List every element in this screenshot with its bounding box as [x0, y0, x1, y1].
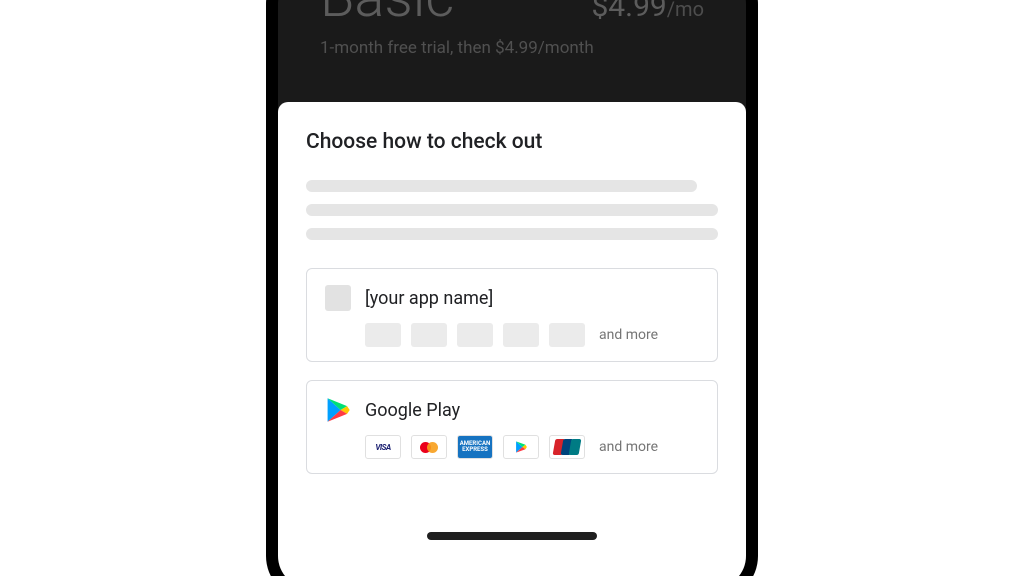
plan-name: Basic	[320, 0, 454, 30]
skeleton-line	[306, 228, 718, 240]
unionpay-icon	[549, 435, 585, 459]
phone-frame: Basic $4.99/mo 1-month free trial, then …	[266, 0, 758, 576]
payment-method-placeholder	[549, 323, 585, 347]
app-icon-placeholder	[325, 285, 351, 311]
payment-method-placeholder	[411, 323, 447, 347]
plan-subtext: 1-month free trial, then $4.99/month	[320, 38, 704, 58]
skeleton-line	[306, 204, 718, 216]
visa-icon: VISA	[365, 435, 401, 459]
plan-price: $4.99/mo	[591, 0, 704, 24]
payment-option-google-play[interactable]: Google Play VISA AMERICAN EXPRESS	[306, 380, 718, 474]
more-label: and more	[599, 327, 658, 343]
google-play-icon	[325, 397, 351, 423]
skeleton-line	[306, 180, 697, 192]
description-placeholder	[306, 180, 718, 240]
amex-icon: AMERICAN EXPRESS	[457, 435, 493, 459]
payment-method-placeholder	[457, 323, 493, 347]
payment-method-placeholder	[365, 323, 401, 347]
payment-option-google-play-label: Google Play	[365, 400, 460, 421]
payment-option-app[interactable]: [your app name] and more	[306, 268, 718, 362]
checkout-sheet: Choose how to check out [your app name]	[278, 102, 746, 576]
gesture-bar	[427, 532, 597, 540]
payment-option-app-label: [your app name]	[365, 288, 493, 309]
sheet-title: Choose how to check out	[306, 130, 718, 154]
plan-price-unit: /mo	[667, 0, 704, 21]
plan-price-amount: $4.99	[591, 0, 666, 24]
payment-method-placeholder	[503, 323, 539, 347]
mastercard-icon	[411, 435, 447, 459]
more-label: and more	[599, 439, 658, 455]
google-play-card-icon	[503, 435, 539, 459]
phone-screen: Basic $4.99/mo 1-month free trial, then …	[278, 0, 746, 576]
